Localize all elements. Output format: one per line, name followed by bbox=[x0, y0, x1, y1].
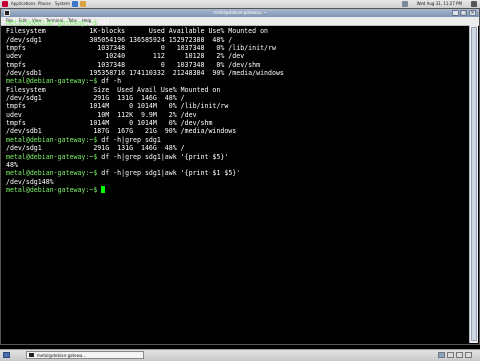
terminal-line: /dev/sdg148% bbox=[6, 178, 458, 186]
workspace-2[interactable] bbox=[447, 352, 454, 358]
text-cursor bbox=[101, 185, 106, 193]
terminal-line: metal@debian-gateway:~$ df -h|grep sdg1|… bbox=[6, 153, 458, 161]
terminal-line: metal@debian-gateway:~$ bbox=[6, 185, 458, 194]
output-text: Filesystem 1K-blocks Used Available Use%… bbox=[6, 27, 269, 36]
terminal-line: tmpfs 1037348 0 1037348 0% /lib/init/rw bbox=[6, 44, 458, 52]
workspace-4[interactable] bbox=[465, 352, 472, 358]
applications-menu[interactable]: Applications bbox=[11, 0, 35, 8]
output-text: /dev/sdb1 195358716 174110332 21248384 9… bbox=[6, 69, 284, 78]
taskbar-item-terminal[interactable]: metal@debian-gatewa... bbox=[26, 351, 144, 359]
terminal-line: Filesystem Size Used Avail Use% Mounted … bbox=[6, 86, 458, 94]
command-text: df bbox=[101, 19, 110, 27]
output-text: 48% bbox=[6, 160, 18, 169]
output-text: tmpfs 1037348 0 1037348 0% /lib/init/rw bbox=[6, 44, 276, 53]
terminal-line: tmpfs 1037348 0 1037348 0% /dev/shm bbox=[6, 61, 458, 69]
terminal-line: tmpfs 1014M 0 1014M 0% /dev/shm bbox=[6, 119, 458, 127]
terminal-line: metal@debian-gateway:~$ df -h|grep sdg1|… bbox=[6, 169, 458, 177]
window-title: metal@debian-gateway: ~ bbox=[213, 10, 267, 15]
shell-prompt: metal@debian-gateway:~$ bbox=[6, 19, 102, 27]
window-titlebar[interactable]: metal@debian-gateway: ~ _ □ × bbox=[1, 9, 479, 17]
show-desktop-button[interactable] bbox=[3, 352, 10, 358]
output-text: /dev/sdg148% bbox=[6, 177, 54, 186]
panel-clock[interactable]: Wed Aug 31, 11:27 PM bbox=[417, 0, 462, 8]
output-text: udev 10240 112 10128 2% /dev bbox=[6, 52, 245, 61]
shell-prompt: metal@debian-gateway:~$ bbox=[6, 135, 102, 144]
volume-icon[interactable] bbox=[471, 1, 477, 7]
terminal-line: udev 10240 112 10128 2% /dev bbox=[6, 52, 458, 60]
shell-prompt: metal@debian-gateway:~$ bbox=[6, 152, 102, 161]
output-text: /dev/sdb1 187G 167G 21G 90% /media/windo… bbox=[6, 127, 237, 136]
maximize-button[interactable]: □ bbox=[460, 10, 467, 16]
terminal-scrollbar[interactable] bbox=[469, 25, 478, 343]
system-menu[interactable]: System bbox=[55, 0, 70, 8]
output-text: tmpfs 1014M 0 1014M 0% /lib/init/rw bbox=[6, 102, 229, 111]
browser-launcher-icon[interactable] bbox=[72, 1, 78, 7]
output-text: Filesystem Size Used Avail Use% Mounted … bbox=[6, 85, 221, 94]
terminal-line: tmpfs 1014M 0 1014M 0% /lib/init/rw bbox=[6, 102, 458, 110]
command-text: df -h|grep sdg1|awk '{print $5}' bbox=[101, 152, 229, 161]
close-button[interactable]: × bbox=[469, 10, 476, 16]
taskbar-item-label: metal@debian-gatewa... bbox=[37, 353, 87, 358]
output-text: tmpfs 1014M 0 1014M 0% /dev/shm bbox=[6, 119, 213, 128]
terminal-line: /dev/sdg1 291G 131G 146G 48% / bbox=[6, 94, 458, 102]
terminal-line: /dev/sdb1 195358716 174110332 21248384 9… bbox=[6, 69, 458, 77]
mail-launcher-icon[interactable] bbox=[80, 1, 86, 7]
workspace-3[interactable] bbox=[456, 352, 463, 358]
terminal-line: metal@debian-gateway:~$ df -h|grep sdg1 bbox=[6, 136, 458, 144]
terminal-line: 48% bbox=[6, 161, 458, 169]
terminal-line: udev 10M 112K 9.9M 2% /dev bbox=[6, 111, 458, 119]
shell-prompt: metal@debian-gateway:~$ bbox=[6, 169, 102, 178]
output-text: /dev/sdg1 291G 131G 146G 48% / bbox=[6, 144, 185, 153]
workspace-1[interactable] bbox=[438, 352, 445, 358]
command-text: df -h bbox=[101, 77, 122, 86]
output-text: /dev/sdg1 305054196 136585924 152972388 … bbox=[6, 35, 233, 44]
shell-prompt: metal@debian-gateway:~$ bbox=[6, 77, 102, 86]
command-text: df -h|grep sdg1|awk '{print $1 $5}' bbox=[101, 169, 241, 178]
places-menu[interactable]: Places bbox=[38, 0, 51, 8]
terminal-line: /dev/sdg1 291G 131G 146G 48% / bbox=[6, 144, 458, 152]
output-text: tmpfs 1037348 0 1037348 0% /dev/shm bbox=[6, 60, 261, 69]
terminal-line: Filesystem 1K-blocks Used Available Use%… bbox=[6, 27, 458, 35]
bottom-panel: metal@debian-gatewa... bbox=[0, 349, 480, 361]
terminal-line: /dev/sdb1 187G 167G 21G 90% /media/windo… bbox=[6, 127, 458, 135]
shell-prompt: metal@debian-gateway:~$ bbox=[6, 185, 102, 194]
terminal-task-icon bbox=[29, 353, 34, 357]
scrollbar-thumb[interactable] bbox=[471, 27, 477, 341]
terminal-line: metal@debian-gateway:~$ df bbox=[6, 19, 458, 27]
output-text: udev 10M 112K 9.9M 2% /dev bbox=[6, 110, 197, 119]
output-text: /dev/sdg1 291G 131G 146G 48% / bbox=[6, 94, 185, 103]
network-icon[interactable] bbox=[402, 1, 408, 7]
debian-logo-icon[interactable] bbox=[2, 1, 8, 7]
terminal-output[interactable]: metal@debian-gateway:~$ df Filesystem 1K-… bbox=[6, 19, 458, 331]
terminal-line: /dev/sdg1 305054196 136585924 152972388 … bbox=[6, 36, 458, 44]
terminal-line: metal@debian-gateway:~$ df -h bbox=[6, 77, 458, 85]
minimize-button[interactable]: _ bbox=[452, 10, 459, 16]
command-text: df -h|grep sdg1 bbox=[101, 135, 161, 144]
